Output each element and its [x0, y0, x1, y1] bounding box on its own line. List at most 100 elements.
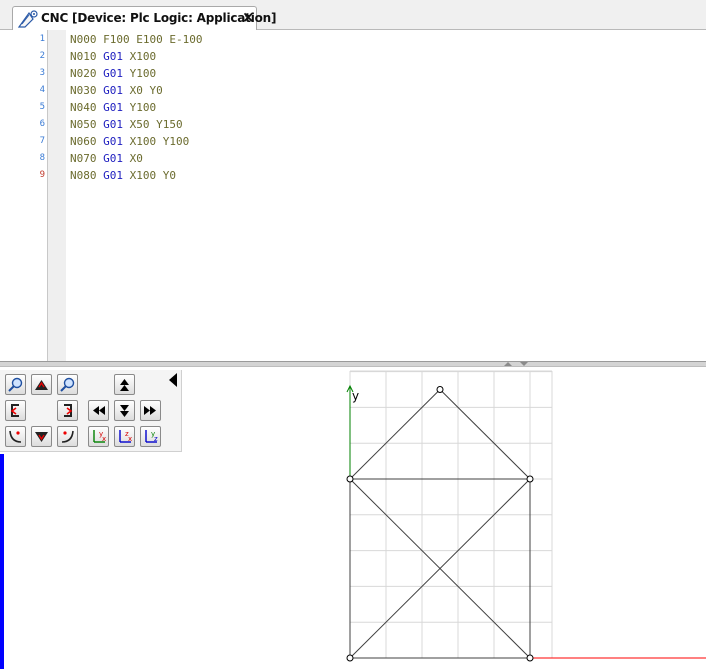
curve-right-button[interactable] — [57, 426, 78, 447]
pan-up-button[interactable] — [31, 374, 52, 395]
arrow-down-mountain-icon — [35, 432, 48, 442]
double-up-arrow-icon — [120, 379, 129, 391]
code-line[interactable]: N000 F100 E100 E-100 — [70, 31, 203, 48]
view-xy-button[interactable]: yx — [88, 426, 109, 447]
block-number: N070 — [70, 152, 97, 165]
code-token: Y100 — [162, 135, 190, 148]
axes-yz-icon: yz — [145, 430, 158, 443]
code-token: F100 — [103, 33, 130, 46]
svg-text:x: x — [102, 435, 106, 443]
splitter-down-arrow-icon[interactable] — [520, 362, 528, 366]
code-token: Y150 — [156, 118, 183, 131]
gcode-command: G01 — [103, 84, 123, 97]
view-yz-button[interactable]: yz — [140, 426, 161, 447]
y-axis-label: y — [352, 389, 360, 403]
fold-margin — [48, 30, 66, 361]
editor-tab-strip: CNC [Device: Plc Logic: Application] × — [0, 0, 706, 31]
tab-cnc[interactable]: CNC [Device: Plc Logic: Application] × — [12, 6, 276, 31]
step-back-button[interactable] — [88, 400, 109, 421]
code-line[interactable]: N010 G01 X100 — [70, 48, 156, 65]
code-token: X0 — [129, 152, 143, 165]
cnc-gear-icon — [17, 10, 38, 28]
block-number: N080 — [70, 169, 97, 182]
line-number: 9 — [39, 170, 45, 180]
code-editor[interactable]: 123456789 N000 F100 E100 E-100 N010 G01 X… — [0, 30, 706, 361]
curve-left-icon — [9, 430, 22, 443]
code-token: Y100 — [129, 67, 157, 80]
code-token: Y0 — [149, 84, 163, 97]
block-number: N050 — [70, 118, 97, 131]
svg-text:z: z — [154, 435, 158, 443]
step-forward-button[interactable] — [140, 400, 161, 421]
double-down-arrow-icon — [120, 405, 129, 417]
gcode-command: G01 — [103, 50, 123, 63]
code-line[interactable]: N070 G01 X0 — [70, 150, 143, 167]
line-number-gutter: 1 2 3 4 5 6 7 8 9 — [0, 30, 48, 361]
block-number: N010 — [70, 50, 97, 63]
rotate-left-button[interactable] — [5, 400, 26, 421]
gcode-command: G01 — [103, 118, 123, 131]
code-line[interactable]: N030 G01 X0 Y0 — [70, 82, 163, 99]
code-token: X100 — [129, 50, 157, 63]
code-token: X0 — [129, 84, 143, 97]
line-number: 3 — [39, 68, 45, 78]
gcode-command: G01 — [103, 135, 123, 148]
tab-title: CNC [Device: Plc Logic: Application] — [41, 11, 277, 25]
magnifier-icon — [60, 377, 75, 392]
splitter-up-arrow-icon[interactable] — [504, 362, 512, 366]
viewer-toolbar: yxzxyz — [0, 370, 182, 452]
code-line[interactable]: N080 G01 X100 Y0 — [70, 167, 176, 184]
line-number: 7 — [39, 136, 45, 146]
line-number: 8 — [39, 153, 45, 163]
code-token: E-100 — [169, 33, 203, 46]
curve-right-icon — [61, 430, 74, 443]
code-line[interactable]: N060 G01 X100 Y100 — [70, 133, 189, 150]
gcode-command: G01 — [103, 152, 123, 165]
block-number: N040 — [70, 101, 97, 114]
gcode-command: G01 — [103, 169, 123, 182]
line-number: 1 — [39, 34, 45, 44]
rotate-right-button[interactable] — [57, 400, 78, 421]
code-token: X100 — [129, 169, 157, 182]
position-indicator-bar — [0, 454, 4, 669]
svg-text:x: x — [128, 435, 132, 443]
code-token: Y100 — [129, 101, 157, 114]
code-line[interactable]: N020 G01 Y100 — [70, 65, 156, 82]
rotate-left-icon — [10, 404, 19, 417]
step-up-button[interactable] — [114, 374, 135, 395]
line-number: 5 — [39, 102, 45, 112]
zoom-in-button[interactable] — [5, 374, 26, 395]
zoom-out-button[interactable] — [57, 374, 78, 395]
pan-down-button[interactable] — [31, 426, 52, 447]
code-line[interactable]: N040 G01 Y100 — [70, 99, 156, 116]
arrow-up-mountain-icon — [35, 380, 48, 390]
view-yx-button[interactable]: zx — [114, 426, 135, 447]
step-down-button[interactable] — [114, 400, 135, 421]
skip-forward-icon — [144, 406, 156, 415]
skip-back-icon — [93, 406, 105, 415]
code-token: X100 — [129, 135, 157, 148]
block-number: N000 — [70, 33, 97, 46]
code-line[interactable]: N050 G01 X50 Y150 — [70, 116, 183, 133]
line-number: 6 — [39, 119, 45, 129]
block-number: N020 — [70, 67, 97, 80]
code-token: E100 — [136, 33, 163, 46]
block-number: N030 — [70, 84, 97, 97]
collapse-toolbar-arrow-icon[interactable] — [169, 373, 177, 387]
line-number: 2 — [39, 51, 45, 61]
gcode-command: G01 — [103, 67, 123, 80]
curve-left-button[interactable] — [5, 426, 26, 447]
tab-close-button[interactable]: × — [242, 8, 255, 26]
code-token: Y0 — [162, 169, 176, 182]
